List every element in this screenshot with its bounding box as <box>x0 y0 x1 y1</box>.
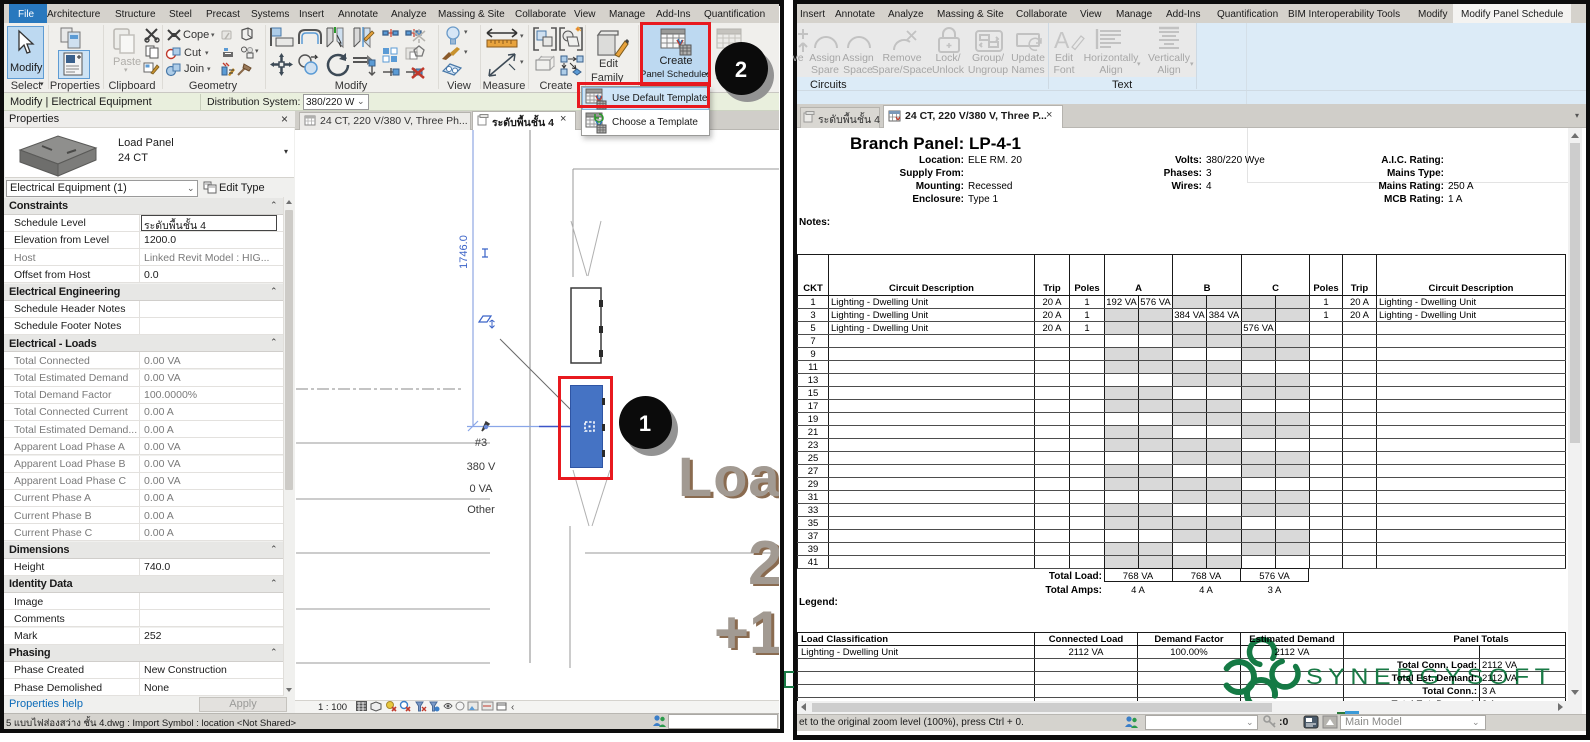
svg-text:A: A <box>1054 27 1070 53</box>
svg-text:‹: ‹ <box>511 702 514 713</box>
